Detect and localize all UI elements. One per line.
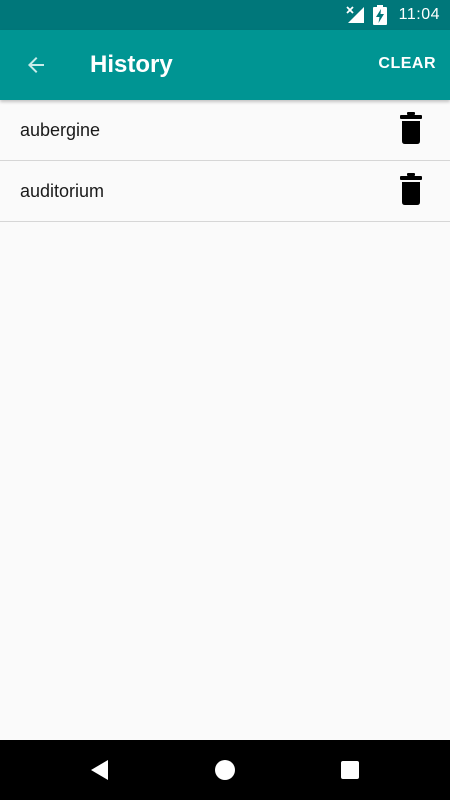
app-bar: History CLEAR xyxy=(0,30,450,100)
page-title: History xyxy=(90,51,173,78)
nav-back-icon[interactable] xyxy=(88,758,112,782)
navigation-bar xyxy=(0,740,450,800)
trash-icon xyxy=(400,111,422,149)
history-item-label: aubergine xyxy=(20,120,101,140)
history-item[interactable]: aubergine xyxy=(0,100,450,161)
clear-button[interactable]: CLEAR xyxy=(378,54,436,74)
nav-home-icon[interactable] xyxy=(213,758,237,782)
nav-recents-icon[interactable] xyxy=(338,758,362,782)
battery-charging-icon xyxy=(373,5,387,25)
trash-icon xyxy=(400,172,422,210)
delete-button[interactable] xyxy=(394,111,428,149)
history-list: aubergine auditorium xyxy=(0,100,450,222)
delete-button[interactable] xyxy=(394,172,428,210)
signal-no-data-icon xyxy=(345,6,365,24)
history-item[interactable]: auditorium xyxy=(0,161,450,222)
arrow-back-icon xyxy=(24,53,48,77)
back-button[interactable] xyxy=(14,43,58,87)
status-bar: 11:04 xyxy=(0,0,450,30)
status-time: 11:04 xyxy=(398,6,440,23)
history-item-label: auditorium xyxy=(20,181,105,201)
